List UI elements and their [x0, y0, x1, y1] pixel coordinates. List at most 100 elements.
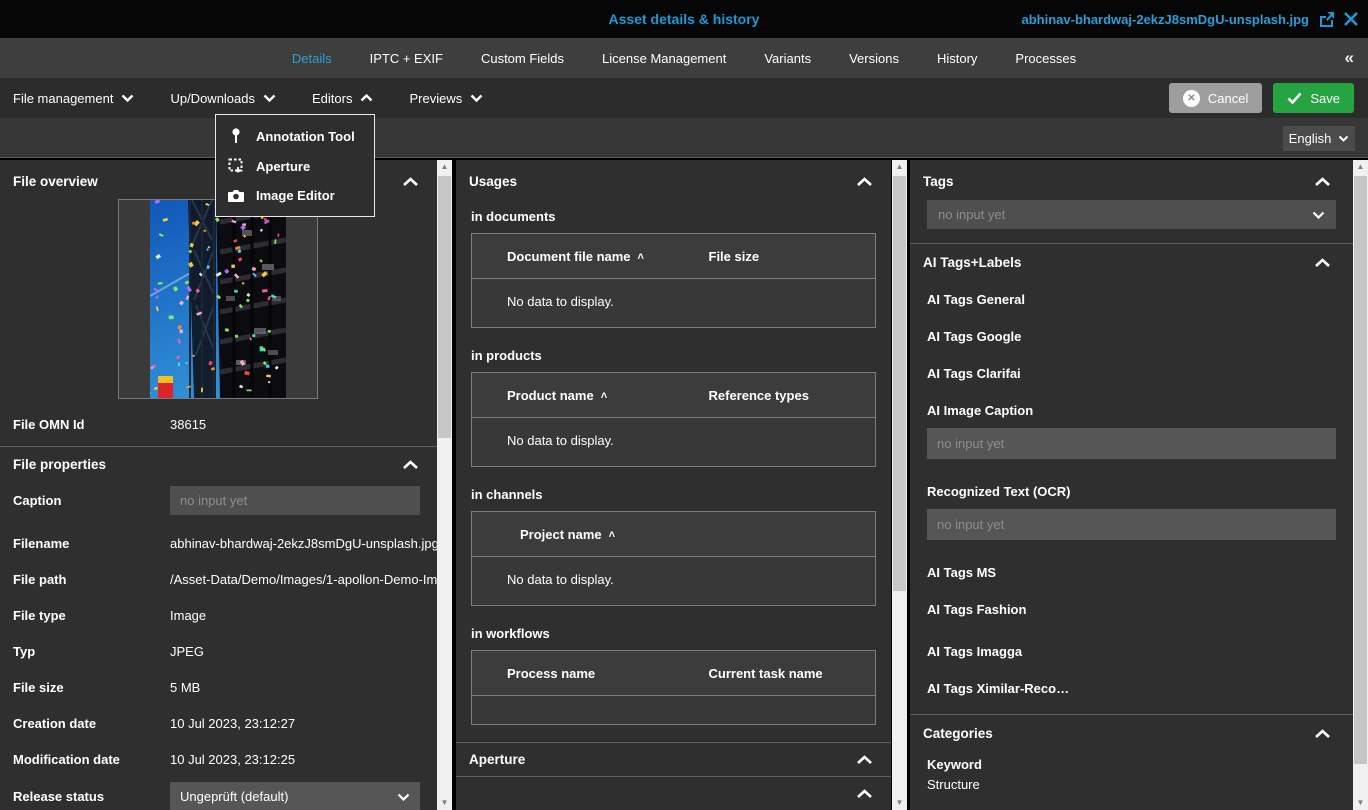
file-size-label: File size	[13, 680, 170, 695]
collapse-section-icon[interactable]	[1314, 177, 1331, 187]
ai-tags-clarifai[interactable]: AI Tags Clarifai	[927, 366, 1336, 381]
menu-bar: File management Up/Downloads Editors Pre…	[0, 78, 1368, 118]
menu-item-image-editor[interactable]: Image Editor	[216, 181, 374, 210]
menu-item-label: Image Editor	[256, 188, 335, 203]
ai-tags-general[interactable]: AI Tags General	[927, 292, 1336, 307]
release-status-value: Ungeprüft (default)	[180, 789, 288, 804]
menu-item-aperture[interactable]: Aperture	[216, 151, 374, 181]
column-document-file-name[interactable]: Document file name ˄	[472, 249, 674, 264]
scroll-up-icon[interactable]: ▲	[892, 160, 907, 174]
menu-up-downloads[interactable]: Up/Downloads	[170, 91, 276, 106]
menu-file-management[interactable]: File management	[13, 91, 134, 106]
tab-versions[interactable]: Versions	[849, 51, 899, 66]
scroll-down-icon[interactable]: ▼	[1353, 796, 1368, 810]
release-status-label: Release status	[13, 789, 170, 804]
collapse-left-icon[interactable]: «	[1345, 38, 1354, 78]
file-properties-title: File properties	[13, 457, 106, 472]
release-status-select[interactable]: Ungeprüft (default)	[170, 782, 420, 810]
collapse-section-icon[interactable]	[1314, 258, 1331, 268]
in-products-label: in products	[471, 348, 876, 363]
category-keyword[interactable]: Keyword	[927, 757, 1336, 772]
menu-item-label: Annotation Tool	[256, 129, 355, 144]
top-bar: Asset details & history abhinav-bhardwaj…	[0, 0, 1368, 38]
caption-label: Caption	[13, 493, 170, 508]
right-panel-scrollbar[interactable]: ▲ ▼	[1353, 160, 1368, 810]
close-icon[interactable]	[1344, 12, 1358, 26]
tab-variants[interactable]: Variants	[764, 51, 811, 66]
ai-image-caption-label[interactable]: AI Image Caption	[927, 403, 1336, 418]
tab-license-management[interactable]: License Management	[602, 51, 726, 66]
tab-iptc-exif[interactable]: IPTC + EXIF	[370, 51, 443, 66]
scrollbar-thumb[interactable]	[893, 176, 906, 591]
ai-tags-ximilar[interactable]: AI Tags Ximilar-Reco…	[927, 681, 1336, 696]
collapse-section-icon[interactable]	[402, 177, 419, 187]
chevron-down-icon	[1338, 135, 1349, 142]
tab-details[interactable]: Details	[292, 51, 332, 66]
collapse-section-icon[interactable]	[856, 755, 873, 765]
typ-label: Typ	[13, 644, 170, 659]
scrollbar-thumb[interactable]	[438, 176, 451, 438]
tab-custom-fields[interactable]: Custom Fields	[481, 51, 564, 66]
tags-select[interactable]: no input yet	[927, 200, 1336, 229]
middle-panel-scrollbar[interactable]: ▲ ▼	[892, 160, 907, 810]
aperture-title: Aperture	[469, 752, 525, 767]
empty-table-message: No data to display.	[472, 557, 875, 605]
empty-table-message: No data to display.	[472, 279, 875, 327]
menu-previews-label: Previews	[409, 91, 462, 106]
workflows-table: Process name Current task name	[471, 650, 876, 725]
scroll-up-icon[interactable]: ▲	[1353, 160, 1368, 174]
language-row: English	[0, 118, 1368, 158]
menu-previews[interactable]: Previews	[409, 91, 483, 106]
channels-table: Project name ˄ No data to display.	[471, 511, 876, 606]
left-panel-scrollbar[interactable]: ▲ ▼	[437, 160, 452, 810]
ai-tags-fashion[interactable]: AI Tags Fashion	[927, 602, 1336, 617]
column-reference-types[interactable]: Reference types	[674, 388, 876, 403]
usages-panel: Usages in documents Document file name ˄…	[456, 160, 891, 810]
collapse-section-icon[interactable]	[1314, 729, 1331, 739]
tab-history[interactable]: History	[937, 51, 977, 66]
column-file-size[interactable]: File size	[674, 249, 876, 264]
menu-editors-label: Editors	[312, 91, 352, 106]
usages-title: Usages	[469, 174, 517, 189]
scroll-up-icon[interactable]: ▲	[437, 160, 452, 174]
creation-date-label: Creation date	[13, 716, 170, 731]
recognized-text-ocr-label[interactable]: Recognized Text (OCR)	[927, 484, 1336, 499]
chevron-down-icon	[1312, 211, 1325, 219]
menu-item-annotation-tool[interactable]: Annotation Tool	[216, 121, 374, 151]
categories-title: Categories	[923, 726, 993, 741]
collapse-subsection-icon[interactable]	[856, 789, 873, 799]
collapse-section-icon[interactable]	[856, 177, 873, 187]
column-product-name[interactable]: Product name ˄	[472, 388, 674, 403]
save-button[interactable]: Save	[1273, 83, 1354, 113]
ai-tags-google[interactable]: AI Tags Google	[927, 329, 1336, 344]
export-icon[interactable]	[1318, 11, 1335, 27]
in-channels-label: in channels	[471, 487, 876, 502]
aperture-section-header: Aperture	[456, 742, 891, 777]
file-overview-panel: File overview	[0, 160, 437, 810]
asset-thumbnail[interactable]	[150, 200, 286, 398]
ai-tags-imagga[interactable]: AI Tags Imagga	[927, 644, 1336, 659]
scroll-down-icon[interactable]: ▼	[437, 796, 452, 810]
column-process-name[interactable]: Process name	[472, 666, 674, 681]
recognized-text-ocr-input[interactable]	[927, 509, 1336, 540]
category-structure[interactable]: Structure	[927, 777, 1336, 792]
save-button-label: Save	[1310, 91, 1340, 106]
caption-input[interactable]	[170, 486, 420, 515]
check-icon	[1287, 92, 1302, 104]
ai-tags-ms[interactable]: AI Tags MS	[927, 565, 1336, 580]
column-current-task-name[interactable]: Current task name	[674, 666, 876, 681]
typ-value: JPEG	[170, 644, 204, 659]
scrollbar-thumb[interactable]	[1354, 176, 1367, 764]
modification-date-value: 10 Jul 2023, 23:12:25	[170, 752, 295, 767]
cancel-x-icon: ✕	[1183, 90, 1200, 107]
ai-image-caption-input[interactable]	[927, 428, 1336, 459]
tab-processes[interactable]: Processes	[1015, 51, 1076, 66]
documents-table: Document file name ˄ File size No data t…	[471, 233, 876, 328]
cancel-button[interactable]: ✕ Cancel	[1169, 83, 1262, 113]
chevron-down-icon	[470, 94, 483, 102]
collapse-section-icon[interactable]	[402, 460, 419, 470]
menu-editors[interactable]: Editors	[312, 91, 373, 106]
column-project-name[interactable]: Project name ˄	[472, 527, 875, 542]
language-select[interactable]: English	[1283, 126, 1355, 151]
scroll-down-icon[interactable]: ▼	[892, 796, 907, 810]
